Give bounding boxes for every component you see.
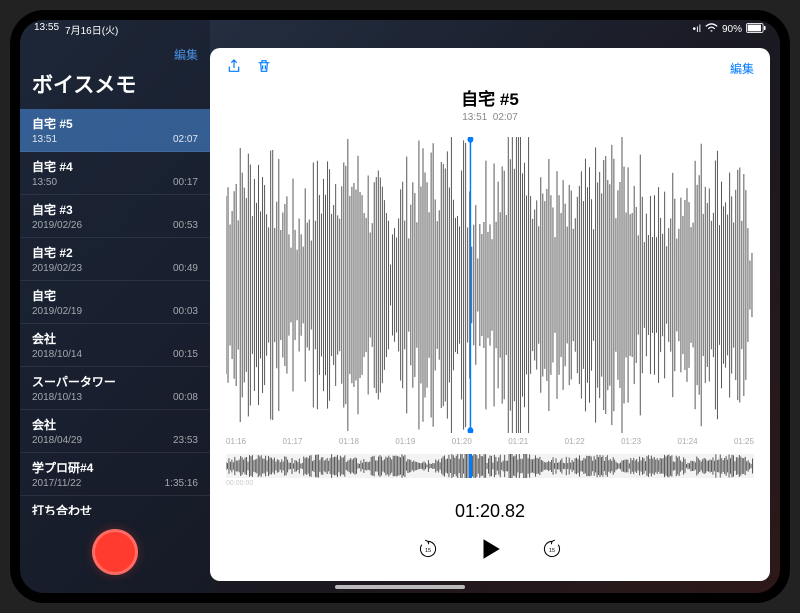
memo-item[interactable]: 自宅 #4 13:50 00:17 [20, 152, 210, 195]
memo-name: 自宅 #5 [32, 115, 198, 132]
memo-date: 13:50 [32, 177, 57, 188]
memo-item[interactable]: 会社 2018/04/29 23:53 [20, 410, 210, 453]
memo-duration: 00:08 [173, 392, 198, 403]
memo-name: 自宅 #2 [32, 244, 198, 261]
memo-name: 会社 [32, 330, 198, 347]
signal-icon: •ıl [692, 24, 701, 35]
memo-name: 自宅 #4 [32, 158, 198, 175]
battery-pct: 90% [722, 24, 742, 35]
playback-time: 01:20.82 [226, 501, 754, 522]
status-time: 13:55 [34, 22, 59, 37]
memo-duration: 00:15 [173, 349, 198, 360]
memo-date: 2018/10/14 [32, 349, 82, 360]
memo-date: 2018/10/13 [32, 392, 82, 403]
trash-icon[interactable] [256, 58, 272, 79]
memo-name: スーパータワー [32, 373, 198, 390]
memo-name: 学プロ研#4 [32, 459, 198, 476]
memo-date: 2018/04/29 [32, 435, 82, 446]
content-edit-button[interactable]: 編集 [730, 60, 754, 77]
memo-duration: 00:03 [173, 306, 198, 317]
memo-item[interactable]: 自宅 #2 2019/02/23 00:49 [20, 238, 210, 281]
memo-item[interactable]: 自宅 #5 13:51 02:07 [20, 109, 210, 152]
content-panel: 編集 自宅 #5 13:51 02:07 01:1601:1701:1801:1… [210, 48, 770, 581]
memo-date: 2017/11/22 [32, 478, 81, 489]
memo-date: 2019/02/23 [32, 263, 82, 274]
waveform-overview[interactable] [226, 454, 754, 478]
memo-duration: 00:53 [173, 220, 198, 231]
memo-name: 自宅 [32, 287, 198, 304]
memo-name: 自宅 #3 [32, 201, 198, 218]
overview-ticks: 00:00:00 [226, 480, 754, 487]
record-button[interactable] [92, 529, 138, 575]
share-icon[interactable] [226, 58, 242, 79]
memo-name: 会社 [32, 416, 198, 433]
svg-text:15: 15 [425, 548, 431, 554]
home-indicator[interactable] [335, 585, 465, 589]
memo-duration: 1:35:16 [165, 478, 198, 489]
memo-item[interactable]: 会社 2018/10/14 00:15 [20, 324, 210, 367]
sidebar-edit-button[interactable]: 編集 [174, 46, 198, 63]
memo-duration: 00:49 [173, 263, 198, 274]
waveform-main[interactable] [226, 137, 754, 433]
skip-back-button[interactable]: 15 [417, 538, 439, 565]
sidebar-title: ボイスメモ [20, 63, 210, 109]
sidebar: 編集 ボイスメモ 自宅 #5 13:51 02:07 自宅 #4 13:50 00:1… [20, 20, 210, 593]
memo-date: 13:51 [32, 134, 57, 145]
memo-date: 2019/02/26 [32, 220, 82, 231]
wifi-icon [705, 23, 718, 36]
memo-item[interactable]: 自宅 #3 2019/02/26 00:53 [20, 195, 210, 238]
memo-name: 打ち合わせ [32, 502, 198, 515]
overview-playhead[interactable] [469, 454, 472, 478]
memo-item[interactable]: 自宅 2019/02/19 00:03 [20, 281, 210, 324]
timeline-ticks: 01:1601:1701:1801:1901:2001:2101:2201:23… [226, 437, 754, 446]
memo-item[interactable]: スーパータワー 2018/10/13 00:08 [20, 367, 210, 410]
status-date: 7月16日(火) [65, 22, 118, 37]
svg-text:15: 15 [549, 548, 555, 554]
skip-forward-button[interactable]: 15 [541, 538, 563, 565]
memo-duration: 23:53 [173, 435, 198, 446]
memo-item[interactable]: 打ち合わせ 2017/11/1102:50 [20, 496, 210, 515]
memo-duration: 00:17 [173, 177, 198, 188]
memo-date: 2019/02/19 [32, 306, 82, 317]
memo-item[interactable]: 学プロ研#4 2017/11/22 1:35:16 [20, 453, 210, 496]
recording-title: 自宅 #5 [226, 85, 754, 110]
battery-icon [746, 23, 766, 36]
memo-duration: 02:07 [173, 134, 198, 145]
recording-meta: 13:51 02:07 [226, 112, 754, 123]
status-bar: 13:55 7月16日(火) •ıl 90% [20, 20, 780, 38]
play-button[interactable] [477, 536, 503, 567]
